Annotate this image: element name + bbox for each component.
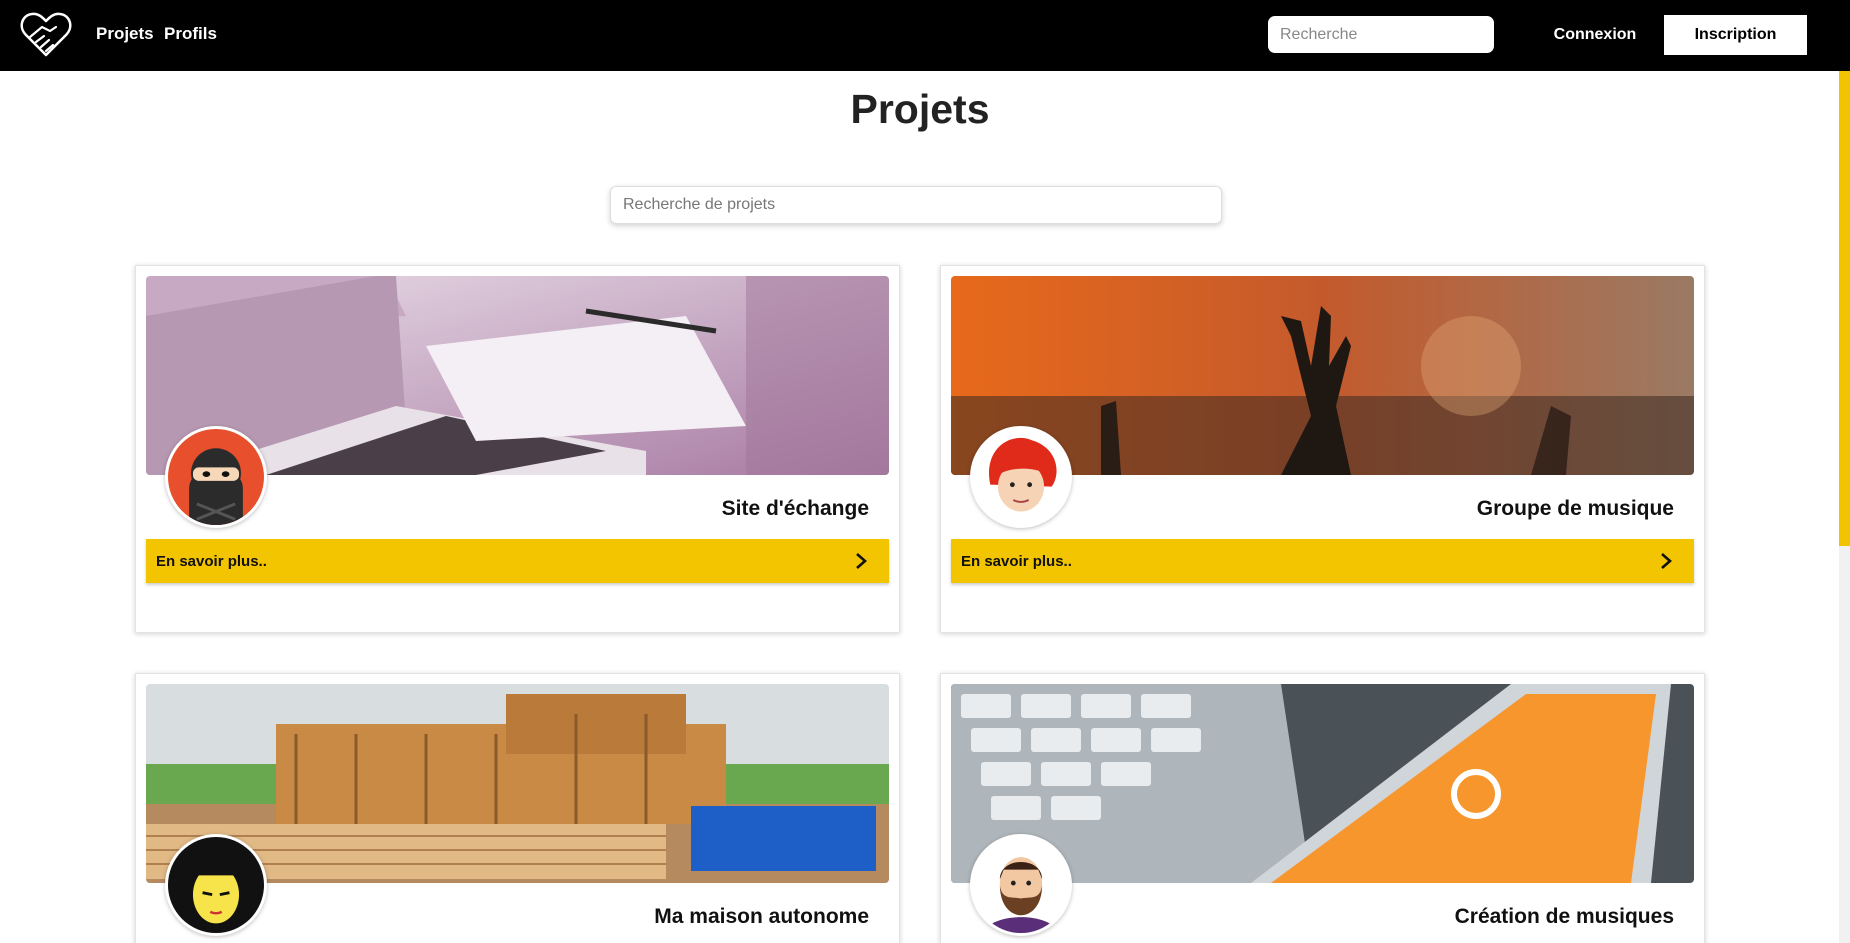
nav-link-profils[interactable]: Profils: [164, 24, 217, 44]
signup-button[interactable]: Inscription: [1664, 15, 1807, 55]
red-hair-avatar: [970, 426, 1072, 528]
project-image-laptop: [146, 276, 889, 475]
learn-more-label: En savoir plus..: [961, 552, 1072, 570]
nav-link-projets[interactable]: Projets: [96, 24, 154, 44]
page-scrollbar[interactable]: [1839, 71, 1850, 943]
project-card[interactable]: Site d'échange En savoir plus..: [135, 265, 900, 633]
project-title[interactable]: Site d'échange: [722, 497, 869, 521]
learn-more-label: En savoir plus..: [156, 552, 267, 570]
project-image-phone-keyboard: [951, 684, 1694, 883]
project-card[interactable]: Ma maison autonome: [135, 673, 900, 943]
project-card[interactable]: Création de musiques: [940, 673, 1705, 943]
chevron-right-icon: [1661, 553, 1672, 569]
page-title: Projets: [850, 86, 990, 132]
handshake-heart-icon[interactable]: [20, 11, 72, 57]
learn-more-button[interactable]: En savoir plus..: [146, 539, 889, 583]
project-image-concert: [951, 276, 1694, 475]
scrollbar-thumb[interactable]: [1839, 71, 1850, 546]
login-button[interactable]: Connexion: [1540, 16, 1650, 53]
project-image-house-construction: [146, 684, 889, 883]
top-navbar: Projets Profils Connexion Inscription: [0, 0, 1850, 71]
project-title[interactable]: Groupe de musique: [1477, 497, 1674, 521]
project-card[interactable]: Groupe de musique En savoir plus..: [940, 265, 1705, 633]
navbar-search-input[interactable]: [1268, 16, 1494, 53]
ninja-avatar: [165, 426, 267, 528]
projects-search-input[interactable]: [610, 186, 1222, 224]
project-title[interactable]: Ma maison autonome: [654, 905, 869, 929]
chevron-right-icon: [856, 553, 867, 569]
project-title[interactable]: Création de musiques: [1455, 905, 1674, 929]
bearded-man-avatar: [970, 834, 1072, 936]
black-hair-yellow-face-avatar: [165, 834, 267, 936]
learn-more-button[interactable]: En savoir plus..: [951, 539, 1694, 583]
